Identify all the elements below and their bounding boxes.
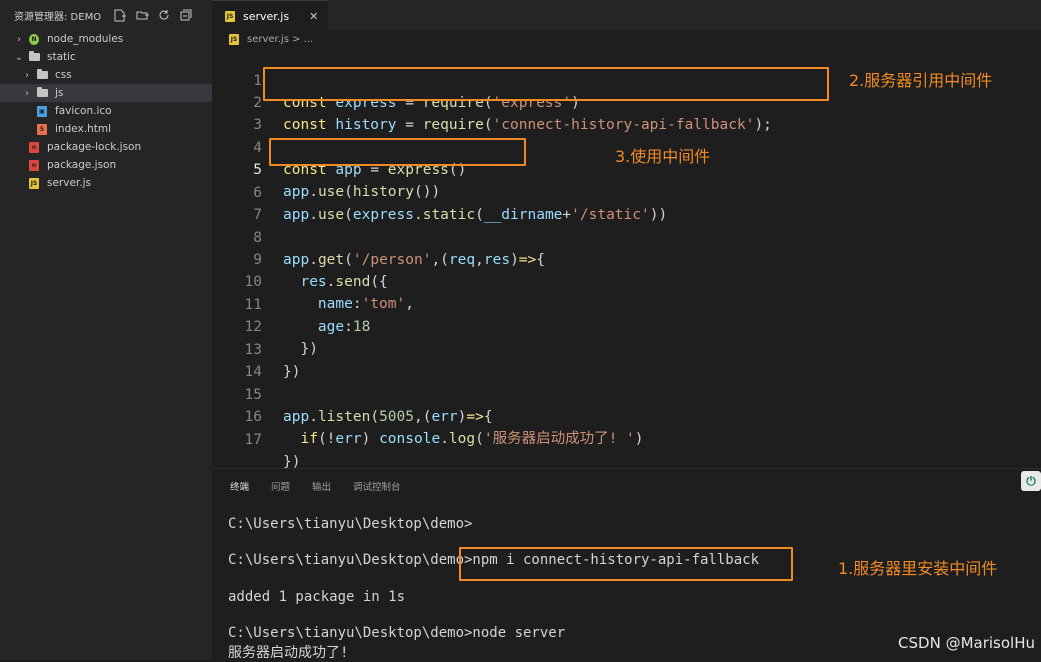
breadcrumb[interactable]: JS server.js > ... [212, 30, 1041, 48]
chevron-right-icon: › [25, 87, 29, 99]
node-icon: N [26, 32, 42, 46]
chevron-down-icon: ⌄ [14, 51, 24, 63]
code-editor[interactable]: JS server.js ✕ JS server.js > ... 1 cons… [212, 0, 1041, 470]
tree-folder-js[interactable]: › js [0, 84, 212, 102]
tree-item-label: favicon.ico [55, 105, 112, 117]
code-line-17: 17 }) [212, 407, 301, 470]
annotation-reference-middleware: 2.服务器引用中间件 [849, 71, 993, 90]
new-file-icon[interactable] [111, 6, 129, 24]
editor-tabbar: JS server.js ✕ [212, 0, 1041, 31]
tree-folder-static[interactable]: ⌄ static [0, 48, 212, 66]
folder-icon [34, 68, 50, 82]
tree-item-label: package.json [47, 159, 117, 171]
code-line-16: 16 if(!err) console.log('服务器启动成功了! ') [212, 384, 644, 447]
chevron-right-icon: › [25, 69, 29, 81]
js-file-icon: JS [225, 10, 235, 22]
npm-file-icon: n [26, 140, 42, 154]
line-number: 17 [244, 432, 262, 448]
panel-tabs: 终端 问题 输出 调试控制台 [212, 469, 1041, 503]
tree-file-favicon[interactable]: ▣ favicon.ico [0, 102, 212, 120]
terminal-line: 服务器启动成功了! [228, 645, 349, 661]
tree-file-package-lock[interactable]: n package-lock.json [0, 138, 212, 156]
tab-debug-console[interactable]: 调试控制台 [353, 479, 401, 493]
collapse-all-icon[interactable] [177, 6, 195, 24]
tree-folder-css[interactable]: › css [0, 66, 212, 84]
tree-file-index-html[interactable]: 5 index.html [0, 120, 212, 138]
extension-icon[interactable]: ⏻ [1021, 471, 1041, 491]
html-file-icon: 5 [34, 122, 50, 136]
breadcrumb-text: server.js > ... [247, 33, 314, 45]
annotation-use-middleware: 3.使用中间件 [615, 147, 711, 166]
code-line-11: 11 age:18 [212, 272, 371, 335]
close-icon[interactable]: ✕ [309, 10, 318, 23]
tab-server-js[interactable]: JS server.js ✕ [212, 0, 329, 31]
code-line-5: 5 app.use(history()) [212, 137, 440, 200]
code-line-8: 8 app.get('/person',(req,res)=>{ [212, 205, 545, 268]
tree-file-server-js[interactable]: JS server.js [0, 174, 212, 192]
annotation-install-middleware: 1.服务器里安装中间件 [838, 559, 998, 578]
highlight-box-install [459, 547, 793, 581]
tree-item-label: css [55, 69, 72, 81]
tree-folder-node-modules[interactable]: › N node_modules [0, 30, 212, 48]
tab-output[interactable]: 输出 [312, 479, 331, 493]
tab-terminal[interactable]: 终端 [230, 479, 249, 493]
tree-item-label: package-lock.json [47, 141, 142, 153]
code-line-3: 3 [212, 92, 262, 133]
folder-icon [34, 86, 50, 100]
code-line-10: 10 name:'tom', [212, 249, 414, 312]
highlight-box-require [263, 67, 829, 101]
code-line-14: 14 [212, 339, 262, 380]
terminal-line: C:\Users\tianyu\Desktop\demo> [228, 516, 473, 532]
bottom-panel: 终端 问题 输出 调试控制台 ⏻ C:\Users\tianyu\Desktop… [212, 468, 1041, 661]
explorer-header: 资源管理器: DEMO [0, 0, 212, 30]
tree-item-label: index.html [55, 123, 111, 135]
explorer-title: 资源管理器: DEMO [14, 11, 102, 23]
chevron-right-icon: › [17, 33, 21, 45]
code-line-13: 13 }) [212, 317, 301, 380]
terminal-line: C:\Users\tianyu\Desktop\demo>node server [228, 625, 566, 641]
code-line-15: 15 app.listen(5005,(err)=>{ [212, 362, 493, 425]
code-line-1: 1 const express = require('express') [212, 48, 580, 111]
npm-file-icon: n [26, 158, 42, 172]
tree-item-label: js [55, 87, 64, 99]
terminal-line: added 1 package in 1s [228, 589, 406, 605]
new-folder-icon[interactable] [133, 6, 151, 24]
js-file-icon: JS [229, 33, 239, 45]
watermark: CSDN @MarisolHu [898, 634, 1035, 652]
image-file-icon: ▣ [34, 104, 50, 118]
tree-item-label: server.js [47, 177, 91, 189]
tab-problems[interactable]: 问题 [271, 479, 290, 493]
code-line-9: 9 res.send({ [212, 227, 388, 290]
tree-item-label: static [47, 51, 76, 63]
tab-label: server.js [243, 9, 290, 23]
highlight-box-use [269, 138, 526, 166]
tree-file-package-json[interactable]: n package.json [0, 156, 212, 174]
code-line-7: 7 [212, 182, 262, 223]
js-file-icon: JS [29, 177, 39, 189]
code-line-6: 6 app.use(express.static(__dirname+'/sta… [212, 160, 667, 223]
explorer-sidebar: 资源管理器: DEMO › N node_modules ⌄ static › … [0, 0, 212, 660]
code-line-12: 12 }) [212, 294, 318, 357]
tree-item-label: node_modules [47, 33, 124, 45]
code-line-4: 4 const app = express() [212, 115, 466, 178]
code-line-2: 2 const history = require('connect-histo… [212, 70, 772, 133]
refresh-icon[interactable] [155, 6, 173, 24]
folder-icon [26, 50, 42, 64]
